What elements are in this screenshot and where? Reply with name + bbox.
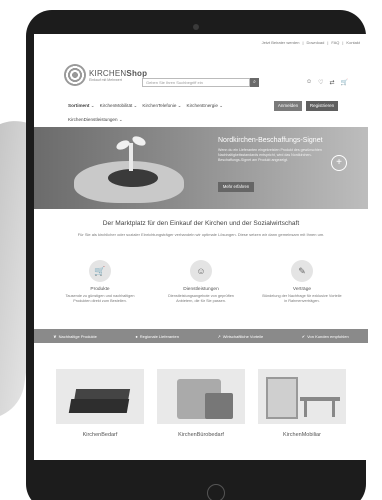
brand-tagline: Einkauf mit Mehrwert [89, 77, 122, 82]
usp-item: ❦ Nachhaltige Produkte [53, 333, 97, 339]
nav-item-energie[interactable]: KirchenEnergie ⌄ [187, 103, 224, 109]
nav-item-mobilitaet[interactable]: KirchenMobilität ⌄ [100, 103, 138, 109]
heart-icon[interactable]: ♡ [318, 79, 323, 86]
category-image [157, 369, 245, 424]
feature-text: Tausende zu günstigen und nachhaltigen P… [65, 294, 135, 304]
nav-item-telefonie[interactable]: KirchenTelefonie ⌄ [142, 103, 181, 109]
category-label: KirchenBürobedarf [178, 432, 224, 438]
marketplace-title: Der Marktplatz für den Einkauf der Kirch… [102, 220, 300, 227]
category-kirchenbedarf[interactable]: KirchenBedarf [56, 369, 144, 438]
usp-item: ↗ Wirtschaftliche Vorteile [217, 333, 264, 339]
feature-text: Bündelung der Nachfrage für exklusive Vo… [262, 294, 342, 304]
cart-icon[interactable]: 🛒 [341, 79, 348, 86]
nav-item-dienstleistungen[interactable]: KirchenDienstleistungen ⌄ [68, 117, 123, 123]
util-link-faq[interactable]: FAQ [331, 40, 339, 45]
search-button[interactable]: ⌕ [250, 78, 259, 87]
category-image [56, 369, 144, 424]
hero-text: Wenn du ein Lieferanten eingekreisten Pr… [218, 148, 322, 162]
util-link-contact[interactable]: Kontakt [346, 40, 360, 45]
feature-text: Dienstleistungsangebote von geprüften An… [168, 294, 234, 304]
hero-soil-image [108, 169, 158, 187]
category-image [258, 369, 346, 424]
hero-plant-stem [129, 143, 133, 171]
brand-logo[interactable]: KIRCHENShop Einkauf mit Mehrwert [64, 64, 147, 86]
login-button[interactable]: Anmelden [274, 101, 302, 111]
usp-item: ● Regionale Lieferanten [135, 333, 179, 339]
service-icon: ☺ [190, 260, 212, 282]
category-label: KirchenMobiliar [283, 432, 321, 438]
util-link-beirater[interactable]: Jetzt Beirater werden [262, 40, 300, 45]
usp-item: ✔ Von Kunden empfohlen [301, 333, 349, 339]
feature-produkte[interactable]: 🛒 Produkte Tausende zu günstigen und nac… [60, 260, 140, 305]
leaf-icon: ❦ [53, 333, 57, 339]
nav-item-sortiment[interactable]: Sortiment ⌄ [68, 103, 95, 109]
utility-links: Jetzt Beirater werden | Download | FAQ | Ko… [261, 40, 360, 45]
chart-icon: ↗ [217, 333, 221, 339]
brand-name: KIRCHEN [89, 68, 127, 78]
feature-title: Dienstleistungen [183, 287, 219, 292]
compare-icon[interactable]: ⇄ [329, 79, 334, 86]
search-input[interactable]: Geben Sie Ihren Suchbegriff ein [142, 78, 250, 87]
search-icon: ⌕ [253, 79, 256, 85]
hero-leaf [130, 134, 148, 148]
main-nav: Sortiment ⌄ KirchenMobilität ⌄ KirchenTe… [68, 103, 223, 109]
category-kirchenbuerobedarf[interactable]: KirchenBürobedarf [157, 369, 245, 438]
plus-icon[interactable]: + [331, 155, 347, 171]
hero-banner: Nordkirchen-Beschaffungs-Signet Wenn du … [34, 127, 368, 209]
camera-dot [193, 24, 199, 30]
register-button[interactable]: Registrieren [306, 101, 338, 111]
header-icons: ☺ ♡ ⇄ 🛒 [306, 79, 348, 86]
home-button[interactable] [207, 484, 225, 500]
hero-title: Nordkirchen-Beschaffungs-Signet [218, 137, 323, 144]
location-icon: ● [135, 333, 138, 339]
contract-icon: ✎ [291, 260, 313, 282]
category-list: KirchenBedarf KirchenBürobedarf KirchenM… [56, 369, 346, 438]
category-kirchenmobiliar[interactable]: KirchenMobiliar [258, 369, 346, 438]
marketplace-subtitle: Für Sie als kirchlicher oder sozialer Ei… [77, 232, 325, 237]
feature-title: Produkte [90, 287, 110, 292]
feature-title: Verträge [292, 287, 312, 292]
logo-icon [64, 64, 86, 86]
category-label: KirchenBedarf [82, 432, 118, 438]
screen: Jetzt Beirater werden | Download | FAQ | Ko… [34, 34, 368, 460]
feature-vertraege[interactable]: ✎ Verträge Bündelung der Nachfrage für e… [262, 260, 342, 305]
usp-bar: ❦ Nachhaltige Produkte ● Regionale Liefera… [34, 329, 368, 343]
hero-more-button[interactable]: Mehr erfahren [218, 182, 254, 192]
feature-dienstleistungen[interactable]: ☺ Dienstleistungen Dienstleistungsangebo… [161, 260, 241, 305]
thumb-icon: ✔ [301, 333, 306, 339]
user-icon[interactable]: ☺ [306, 79, 312, 86]
brand-name-bold: Shop [126, 68, 148, 78]
cart-icon: 🛒 [89, 260, 111, 282]
util-link-download[interactable]: Download [307, 40, 325, 45]
feature-list: 🛒 Produkte Tausende zu günstigen und nac… [60, 260, 342, 305]
